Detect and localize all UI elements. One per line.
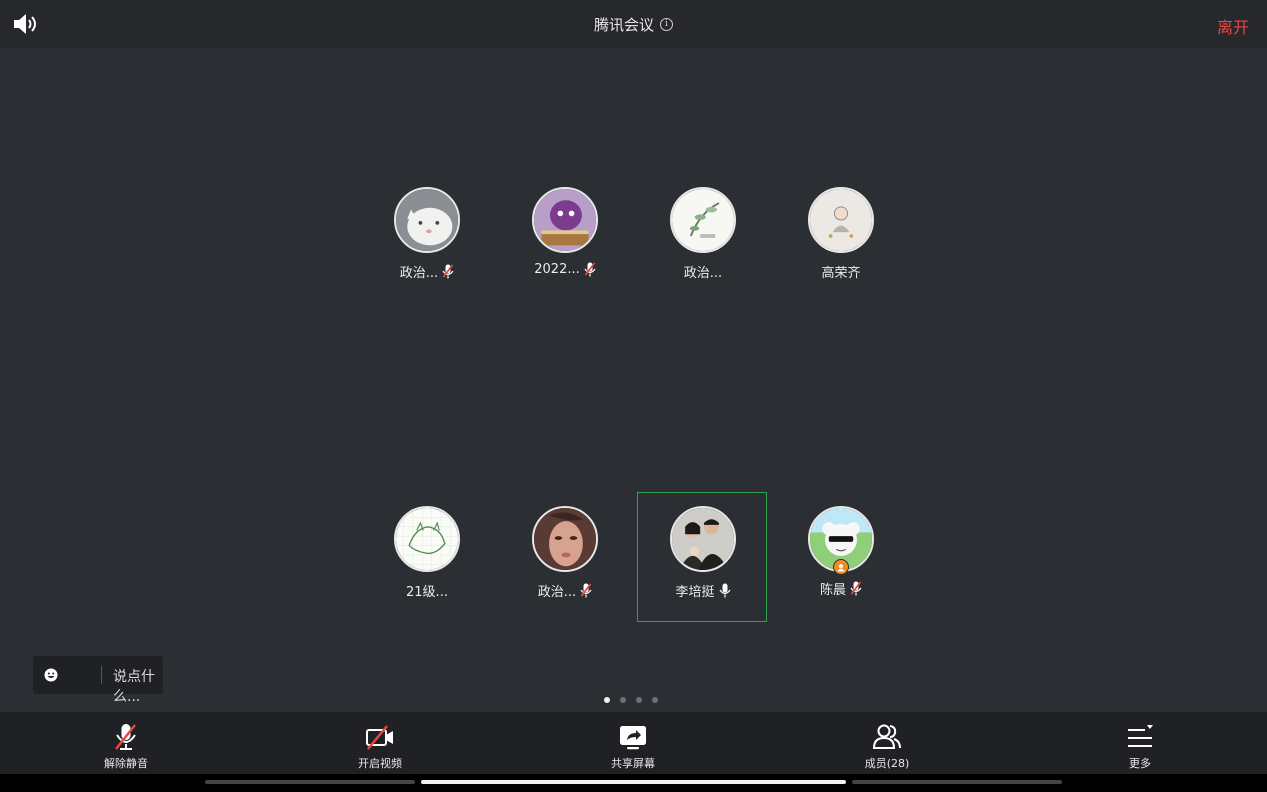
participant-tile-active-speaker[interactable]: 李培挺 [637,492,767,622]
members-icon [872,724,901,749]
share-screen-label: 共享屏幕 [611,757,655,770]
home-bar-segment-left [205,780,415,784]
participant-name: 李培挺 [675,585,715,600]
avatar-little-monk [808,187,874,253]
avatar-ink-plant [670,187,736,253]
emoji-icon[interactable] [44,668,58,682]
mic-off-icon [115,724,136,750]
mic-muted-icon [584,262,596,277]
mic-muted-icon [850,581,862,596]
page-dot-4[interactable] [652,697,658,703]
participant-tile[interactable]: 陈晨 [776,493,906,623]
more-label: 更多 [1129,757,1151,770]
meeting-title: 腾讯会议 i [0,14,1267,35]
home-indicator[interactable] [421,780,846,784]
top-bar: 腾讯会议 i 离开 [0,0,1267,48]
system-home-bar [0,774,1267,792]
unmute-button[interactable]: 解除静音 [76,712,176,774]
participant-tile[interactable]: 2022... [500,174,630,304]
more-button[interactable]: 更多 [1090,712,1190,774]
participant-name: 政治... [537,585,577,600]
participant-name: 陈晨 [819,583,846,598]
bottom-toolbar: 解除静音 开启视频 共享屏幕 成员(28) 更多 [0,712,1267,774]
mic-muted-icon [580,583,592,598]
host-icon [833,559,849,575]
more-menu-icon [1128,725,1153,747]
meeting-title-text: 腾讯会议 [593,16,654,34]
start-video-button[interactable]: 开启视频 [330,712,430,774]
leave-button[interactable]: 离开 [1217,14,1249,38]
page-dot-2[interactable] [620,697,626,703]
avatar-woman-face [532,506,598,572]
chat-input[interactable]: 说点什么... [33,656,163,705]
page-dot-1[interactable] [604,697,610,703]
participant-name: 政治... [399,266,439,281]
start-video-label: 开启视频 [358,757,402,770]
unmute-label: 解除静音 [104,757,148,770]
avatar-couple-photo [670,506,736,572]
chat-divider [101,666,102,684]
participant-tile[interactable]: 21级... [362,493,492,623]
video-off-icon [366,725,393,750]
participant-name: 2022... [534,262,580,277]
participant-name: 政治... [683,266,723,281]
avatar-white-cat [394,187,460,253]
avatar-green-sketch [394,506,460,572]
participant-tile[interactable]: 政治... [362,174,492,304]
share-screen-button[interactable]: 共享屏幕 [583,712,683,774]
page-dot-3[interactable] [636,697,642,703]
participant-name: 高荣齐 [821,266,861,281]
participant-stage: 政治... 2022... 政治... 高荣齐 21级... 政治... 李培挺… [0,48,1267,712]
mic-active-icon [719,583,730,598]
participant-name: 21级... [406,585,448,600]
participant-tile[interactable]: 政治... [638,174,768,304]
home-bar-segment-right [852,780,1062,784]
share-screen-icon [620,726,646,750]
chat-placeholder: 说点什么... [113,669,155,705]
mic-muted-icon [442,264,454,279]
members-button[interactable]: 成员(28) [837,712,937,774]
participant-tile[interactable]: 高荣齐 [776,174,906,304]
avatar-purple-toy [532,187,598,253]
info-icon[interactable]: i [660,18,673,31]
participant-tile[interactable]: 政治... [500,493,630,623]
members-label: 成员(28) [864,757,910,770]
